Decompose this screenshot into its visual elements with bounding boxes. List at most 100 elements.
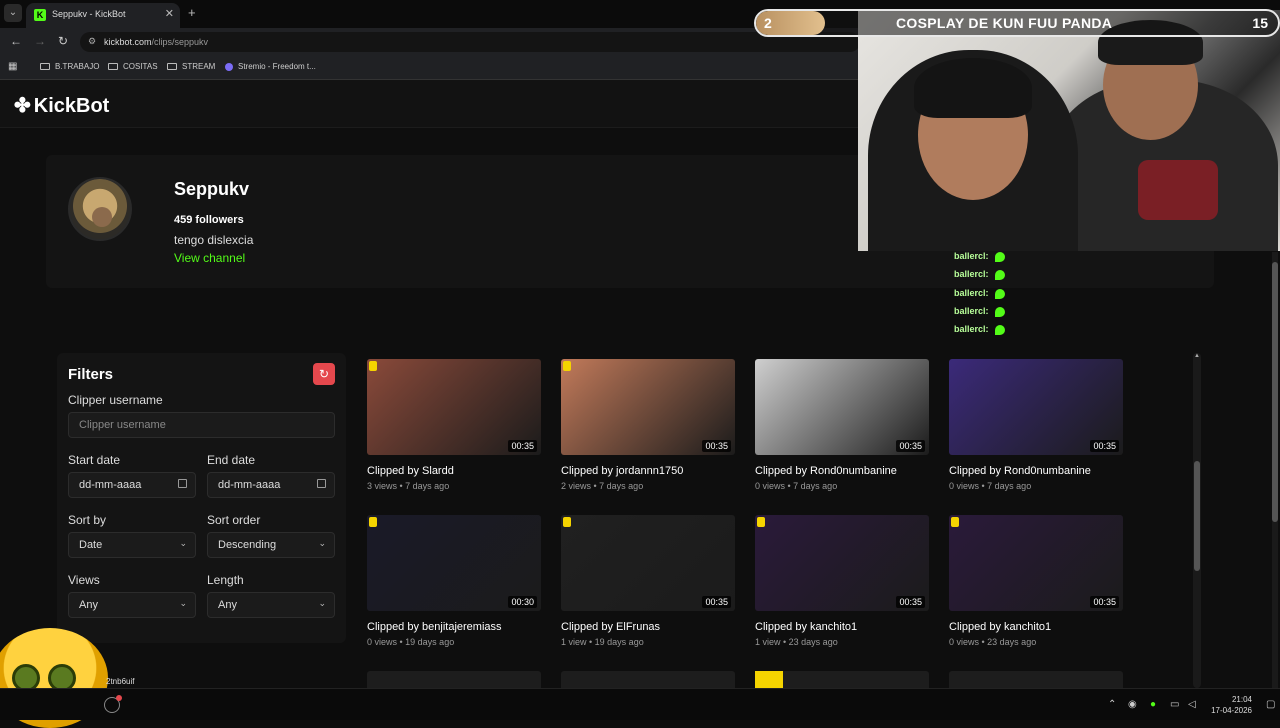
chevron-down-icon: ⌄ (179, 538, 187, 548)
clip-card[interactable]: 00:35 Clipped by Rond0numbanine 0 views … (755, 359, 929, 491)
clip-meta: 0 views • 7 days ago (949, 481, 1032, 491)
clip-thumbnail[interactable]: 00:35 (949, 515, 1123, 611)
clip-thumbnail[interactable]: 00:30 (367, 515, 541, 611)
clip-thumbnail[interactable] (949, 671, 1123, 688)
clip-thumbnail[interactable] (755, 671, 929, 688)
emote-icon (994, 269, 1005, 280)
clip-thumbnail[interactable] (367, 671, 541, 688)
chat-message: ballercl: (954, 251, 1005, 262)
clip-meta: 0 views • 23 days ago (949, 637, 1037, 647)
clip-duration: 00:35 (896, 596, 925, 608)
microphone-icon[interactable]: ● (1150, 699, 1156, 710)
mascot-label: 2tnb6uif (106, 677, 135, 686)
emote-icon (994, 288, 1005, 299)
page-scrollbar[interactable] (1272, 252, 1278, 688)
new-tab-button[interactable]: + (188, 5, 196, 20)
calendar-icon[interactable] (178, 479, 187, 488)
clip-title[interactable]: Clipped by Rond0numbanine (755, 465, 929, 477)
tray-chevron-icon[interactable]: ⌃ (1108, 699, 1116, 710)
close-tab-icon[interactable]: ✕ (165, 7, 174, 20)
goal-current: 2 (764, 15, 772, 31)
clip-thumbnail[interactable]: 00:35 (949, 359, 1123, 455)
views-select[interactable]: Any ⌄ (68, 592, 196, 618)
chevron-down-icon: ⌄ (318, 598, 326, 608)
clip-thumbnail[interactable]: 00:35 (367, 359, 541, 455)
channel-bio: tengo dislexcia (174, 233, 254, 247)
clip-card[interactable]: 00:35 Clipped by Slardd 3 views • 7 days… (367, 359, 541, 491)
clip-duration: 00:30 (508, 596, 537, 608)
follower-count: 459 followers (174, 214, 244, 226)
bookmark-stremio[interactable]: Stremio - Freedom t... (225, 62, 316, 71)
scroll-up-icon[interactable]: ▲ (1193, 353, 1201, 359)
network-icon[interactable]: ▭ (1170, 699, 1179, 710)
clip-thumbnail[interactable]: 00:35 (755, 359, 929, 455)
discord-icon[interactable]: ◉ (1128, 699, 1137, 710)
back-icon[interactable]: ← (10, 34, 22, 48)
length-select[interactable]: Any ⌄ (207, 592, 335, 618)
clip-duration: 00:35 (702, 440, 731, 452)
clip-card[interactable]: 00:35 Clipped by Rond0numbanine 0 views … (949, 359, 1123, 491)
clip-title[interactable]: Clipped by ElFrunas (561, 621, 735, 633)
clips-scrollbar[interactable]: ▲ (1193, 353, 1201, 688)
kickbot-logo[interactable]: ✤ KickBot (14, 93, 109, 118)
bookmark-folder-stream[interactable]: STREAM (167, 62, 215, 71)
recording-dot-icon (116, 695, 122, 701)
clip-thumbnail[interactable]: 00:35 (755, 515, 929, 611)
clip-thumbnail[interactable] (561, 671, 735, 688)
clip-meta: 3 views • 7 days ago (367, 481, 450, 491)
clip-thumbnail[interactable]: 00:35 (561, 515, 735, 611)
start-date-label: Start date (68, 453, 121, 467)
clip-title[interactable]: Clipped by kanchito1 (949, 621, 1123, 633)
url-input[interactable]: ⚙ kickbot.com/clips/seppukv (80, 32, 860, 52)
end-date-input[interactable]: dd-mm-aaaa (207, 472, 335, 498)
reset-filters-button[interactable]: ↻ (313, 363, 335, 385)
clock[interactable]: 21:04 17-04-2026 (1211, 694, 1252, 716)
bookmark-folder-cositas[interactable]: COSITAS (108, 62, 158, 71)
clip-card[interactable]: 00:35 Clipped by ElFrunas 1 view • 19 da… (561, 515, 735, 647)
clip-thumbnail[interactable]: 00:35 (561, 359, 735, 455)
sort-by-select[interactable]: Date ⌄ (68, 532, 196, 558)
volume-icon[interactable]: ◁ (1188, 699, 1196, 710)
clip-card[interactable]: 00:30 Clipped by benjitajeremiass 0 view… (367, 515, 541, 647)
clip-title[interactable]: Clipped by jordannn1750 (561, 465, 735, 477)
obs-app-icon[interactable] (104, 695, 122, 713)
forward-icon[interactable]: → (34, 34, 46, 48)
browser-tab[interactable]: K Seppukv - KickBot ✕ (26, 3, 180, 28)
clip-duration: 00:35 (1090, 596, 1119, 608)
clip-duration: 00:35 (508, 440, 537, 452)
sort-by-label: Sort by (68, 513, 107, 527)
view-channel-link[interactable]: View channel (174, 251, 245, 265)
chat-message: ballercl: (954, 269, 1005, 280)
clip-card[interactable]: 00:35 Clipped by jordannn1750 2 views • … (561, 359, 735, 491)
clip-meta: 0 views • 19 days ago (367, 637, 455, 647)
clip-title[interactable]: Clipped by benjitajeremiass (367, 621, 541, 633)
site-info-icon[interactable]: ⚙ (88, 36, 96, 47)
channel-name: Seppukv (174, 179, 250, 199)
url-host: kickbot.com (104, 37, 152, 47)
clip-title[interactable]: Clipped by Slardd (367, 465, 541, 477)
url-path: /clips/seppukv (151, 37, 209, 47)
goal-text: COSPLAY DE KUN FUU PANDA (896, 15, 1113, 31)
emote-icon (994, 324, 1005, 335)
clip-duration: 00:35 (1090, 440, 1119, 452)
sort-order-select[interactable]: Descending ⌄ (207, 532, 335, 558)
clip-card[interactable]: 00:35 Clipped by kanchito1 1 view • 23 d… (755, 515, 929, 647)
clip-title[interactable]: Clipped by Rond0numbanine (949, 465, 1123, 477)
calendar-icon[interactable] (317, 479, 326, 488)
clip-card[interactable]: 00:35 Clipped by kanchito1 0 views • 23 … (949, 515, 1123, 647)
tab-search-icon[interactable]: ⌄ (4, 4, 22, 22)
clip-title[interactable]: Clipped by kanchito1 (755, 621, 929, 633)
start-date-input[interactable]: dd-mm-aaaa (68, 472, 196, 498)
scrollbar-thumb[interactable] (1194, 461, 1200, 571)
sort-order-label: Sort order (207, 513, 261, 527)
reload-icon[interactable]: ↻ (58, 34, 68, 48)
folder-icon (40, 63, 50, 71)
apps-grid-icon[interactable]: ▦ (8, 61, 17, 72)
page-scrollbar-thumb[interactable] (1272, 262, 1278, 522)
bookmark-folder-trabajo[interactable]: B.TRABAJO (40, 62, 99, 71)
emote-icon (994, 306, 1005, 317)
folder-icon (167, 63, 177, 71)
avatar (68, 177, 132, 241)
notification-icon[interactable]: ▢ (1266, 699, 1275, 710)
clipper-username-input[interactable]: Clipper username (68, 412, 335, 438)
